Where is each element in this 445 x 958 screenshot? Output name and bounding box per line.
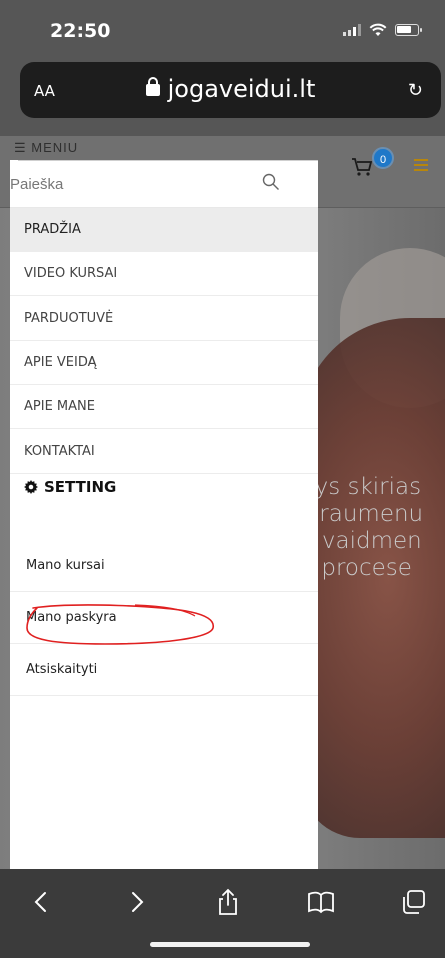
status-icons bbox=[343, 23, 422, 37]
nav-item-apie-veida[interactable]: APIE VEIDĄ bbox=[10, 341, 318, 385]
hero-text: nys skirias s raumenu ų vaidmen o proces… bbox=[300, 474, 423, 582]
url-domain: jogaveidui.lt bbox=[167, 75, 316, 103]
nav-item-kontaktai[interactable]: KONTAKTAI bbox=[10, 430, 318, 474]
account-item-atsiskaityti[interactable]: Atsiskaityti bbox=[10, 644, 318, 696]
nav-item-pradzia[interactable]: PRADŽIA bbox=[10, 208, 318, 252]
hero-line: s raumenu bbox=[300, 501, 424, 527]
signal-icon bbox=[343, 24, 361, 36]
gear-icon bbox=[24, 480, 38, 494]
side-drawer-menu: PRADŽIA VIDEO KURSAI PARDUOTUVĖ APIE VEI… bbox=[10, 160, 318, 871]
settings-heading-label: SETTING bbox=[44, 478, 117, 496]
status-bar: 22:50 bbox=[0, 0, 445, 60]
share-icon[interactable] bbox=[213, 887, 243, 917]
nav-item-parduotuve[interactable]: PARDUOTUVĖ bbox=[10, 297, 318, 341]
battery-icon bbox=[395, 24, 422, 36]
settings-heading: SETTING bbox=[24, 478, 116, 496]
cart-icon[interactable] bbox=[350, 154, 374, 178]
cart-count-badge[interactable]: 0 bbox=[372, 147, 394, 169]
browser-address-area: AA jogaveidui.lt ↻ bbox=[0, 60, 445, 136]
book-icon[interactable] bbox=[306, 887, 336, 917]
reload-icon[interactable]: ↻ bbox=[408, 80, 423, 101]
status-time: 22:50 bbox=[50, 20, 111, 42]
url-display[interactable]: jogaveidui.lt bbox=[20, 75, 441, 103]
account-item-mano-paskyra[interactable]: Mano paskyra bbox=[10, 592, 318, 644]
nav-item-apie-mane[interactable]: APIE MANE bbox=[10, 385, 318, 429]
nav-item-video-kursai[interactable]: VIDEO KURSAI bbox=[10, 252, 318, 296]
chevron-right-icon[interactable] bbox=[122, 887, 152, 917]
hero-line: o procese bbox=[300, 555, 412, 581]
hero-line: nys skirias bbox=[300, 474, 422, 500]
account-item-mano-kursai[interactable]: Mano kursai bbox=[10, 540, 318, 592]
search-icon[interactable] bbox=[262, 173, 280, 191]
hero-line: ų vaidmen bbox=[300, 528, 422, 554]
search-row bbox=[10, 160, 318, 208]
chevron-left-icon[interactable] bbox=[26, 887, 56, 917]
wifi-icon bbox=[369, 23, 387, 36]
tabs-icon[interactable] bbox=[399, 887, 429, 917]
address-bar[interactable]: AA jogaveidui.lt ↻ bbox=[20, 62, 441, 118]
search-input[interactable] bbox=[10, 166, 250, 202]
lock-icon bbox=[145, 77, 160, 96]
menu-toggle-label[interactable]: ☰ MENIU bbox=[14, 140, 78, 156]
home-indicator bbox=[150, 942, 310, 947]
hamburger-icon[interactable] bbox=[414, 159, 428, 174]
